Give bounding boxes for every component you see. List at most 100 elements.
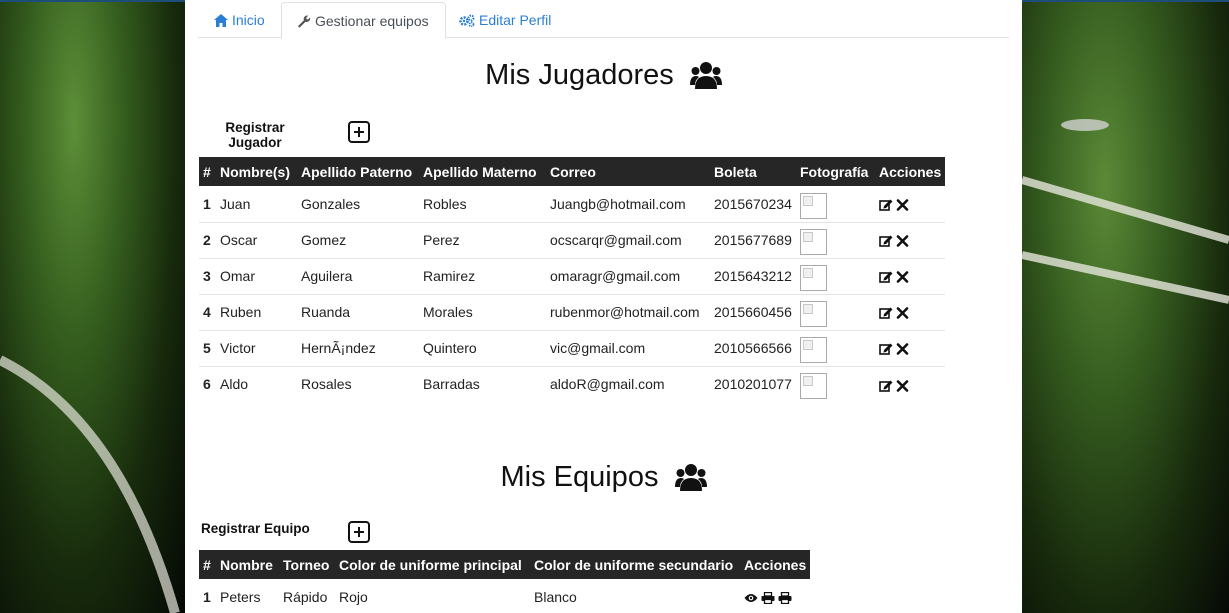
add-player-button[interactable] <box>348 121 370 143</box>
tab-editar-perfil[interactable]: Editar Perfil <box>443 2 567 38</box>
table-row: 6 Aldo Rosales Barradas aldoR@gmail.com 20102… <box>199 365 946 402</box>
player-name: Juan <box>220 195 251 212</box>
tab-gestionar-equipos[interactable]: Gestionar equipos <box>281 2 446 39</box>
players-heading: Mis Jugadores <box>185 58 1022 92</box>
gears-icon <box>459 14 475 28</box>
main-panel: Inicio Gestionar equipos Editar Perfil M… <box>185 0 1022 613</box>
player-apellido-paterno: Gonzales <box>301 195 361 212</box>
column-header: Nombre <box>216 550 279 579</box>
table-row: 3 Omar Aguilera Ramirez omaragr@gmail.com 201… <box>199 257 946 294</box>
player-apellido-materno: Quintero <box>419 329 546 366</box>
add-team-button[interactable] <box>348 521 370 543</box>
team-primary-color: Rojo <box>339 589 368 605</box>
player-photo-cell <box>796 221 875 258</box>
delete-icon[interactable] <box>896 379 910 392</box>
delete-icon[interactable] <box>896 271 910 284</box>
player-boleta: 2015660456 <box>710 293 796 330</box>
player-email: aldoR@gmail.com <box>546 365 710 402</box>
player-email: vic@gmail.com <box>546 329 710 366</box>
edit-icon[interactable] <box>879 199 893 211</box>
delete-icon[interactable] <box>896 343 910 356</box>
delete-icon[interactable] <box>896 235 910 248</box>
player-name: Victor <box>216 329 297 366</box>
table-row: 1 Peters Rápido Rojo Blanco <box>199 579 810 613</box>
player-apellido-paterno: Rosales <box>297 365 419 402</box>
teams-heading: Mis Equipos <box>185 460 1022 494</box>
edit-icon[interactable] <box>879 380 893 392</box>
player-apellido-materno: Ramirez <box>419 257 546 294</box>
column-header: # <box>199 157 216 186</box>
column-header: # <box>199 550 216 579</box>
players-table-header: # Nombre(s) Apellido Paterno Apellido Ma… <box>199 157 946 186</box>
player-email: Juangb@hotmail.com <box>550 195 686 212</box>
players-title: Mis Jugadores <box>485 58 674 91</box>
player-apellido-paterno: HernÃ¡ndez <box>297 329 419 366</box>
row-number: 1 <box>203 589 211 605</box>
actions-cell <box>875 221 946 258</box>
player-boleta: 2015643212 <box>710 257 796 294</box>
player-apellido-materno: Perez <box>419 221 546 258</box>
players-table: # Nombre(s) Apellido Paterno Apellido Ma… <box>199 157 946 402</box>
eye-icon[interactable] <box>744 592 758 604</box>
users-icon <box>674 464 707 492</box>
column-header: Color de uniforme principal <box>335 550 530 579</box>
player-photo <box>800 192 827 219</box>
row-number: 2 <box>199 221 216 258</box>
player-apellido-paterno: Aguilera <box>297 257 419 294</box>
row-number: 3 <box>199 257 216 294</box>
team-name: Peters <box>220 589 261 605</box>
wrench-icon <box>298 15 311 28</box>
player-boleta: 2015670234 <box>714 195 792 212</box>
table-row: 2 Oscar Gomez Perez ocscarqr@gmail.com 201567… <box>199 221 946 258</box>
player-photo-cell <box>796 365 875 402</box>
actions-cell <box>875 365 946 402</box>
player-email: ocscarqr@gmail.com <box>546 221 710 258</box>
edit-icon[interactable] <box>879 235 893 248</box>
column-header: Apellido Paterno <box>297 157 419 186</box>
delete-icon[interactable] <box>896 199 910 211</box>
edit-icon[interactable] <box>879 271 893 284</box>
teams-table-header: # Nombre Torneo Color de uniforme princi… <box>199 550 811 579</box>
player-apellido-materno: Barradas <box>419 365 546 402</box>
actions-cell <box>875 257 946 294</box>
player-apellido-materno: Morales <box>419 293 546 330</box>
actions-cell <box>875 293 946 330</box>
player-photo <box>800 229 827 255</box>
home-icon <box>214 14 228 27</box>
tab-label: Gestionar equipos <box>315 13 429 29</box>
tab-inicio[interactable]: Inicio <box>198 2 281 38</box>
row-number: 6 <box>199 365 216 402</box>
player-name: Aldo <box>216 365 297 402</box>
teams-table: # Nombre Torneo Color de uniforme princi… <box>199 550 811 613</box>
print-icon[interactable] <box>761 592 775 605</box>
row-number: 1 <box>203 195 211 212</box>
row-number: 5 <box>199 329 216 366</box>
users-icon <box>689 62 722 90</box>
edit-icon[interactable] <box>879 307 893 320</box>
delete-icon[interactable] <box>896 307 910 320</box>
player-photo-cell <box>796 293 875 330</box>
column-header: Color de uniforme secundario <box>530 550 740 579</box>
register-team-label: Registrar Equipo <box>201 521 310 536</box>
player-email: omaragr@gmail.com <box>546 257 710 294</box>
player-photo <box>800 265 827 291</box>
player-boleta: 2015677689 <box>710 221 796 258</box>
edit-icon[interactable] <box>879 343 893 356</box>
column-header: Apellido Materno <box>419 157 546 186</box>
player-apellido-paterno: Ruanda <box>297 293 419 330</box>
team-secondary-color: Blanco <box>534 589 577 605</box>
player-photo-cell <box>796 329 875 366</box>
player-name: Ruben <box>216 293 297 330</box>
player-apellido-paterno: Gomez <box>297 221 419 258</box>
tab-label: Editar Perfil <box>479 12 552 28</box>
column-header: Torneo <box>279 550 335 579</box>
column-header: Nombre(s) <box>216 157 297 186</box>
player-boleta: 2010201077 <box>710 365 796 402</box>
player-photo <box>800 337 827 363</box>
print-icon[interactable] <box>778 592 792 605</box>
team-torneo: Rápido <box>283 589 328 605</box>
player-name: Oscar <box>216 221 297 258</box>
actions-cell <box>875 186 945 222</box>
register-player-label-line1: Registrar <box>225 120 285 135</box>
player-email: rubenmor@hotmail.com <box>546 293 710 330</box>
